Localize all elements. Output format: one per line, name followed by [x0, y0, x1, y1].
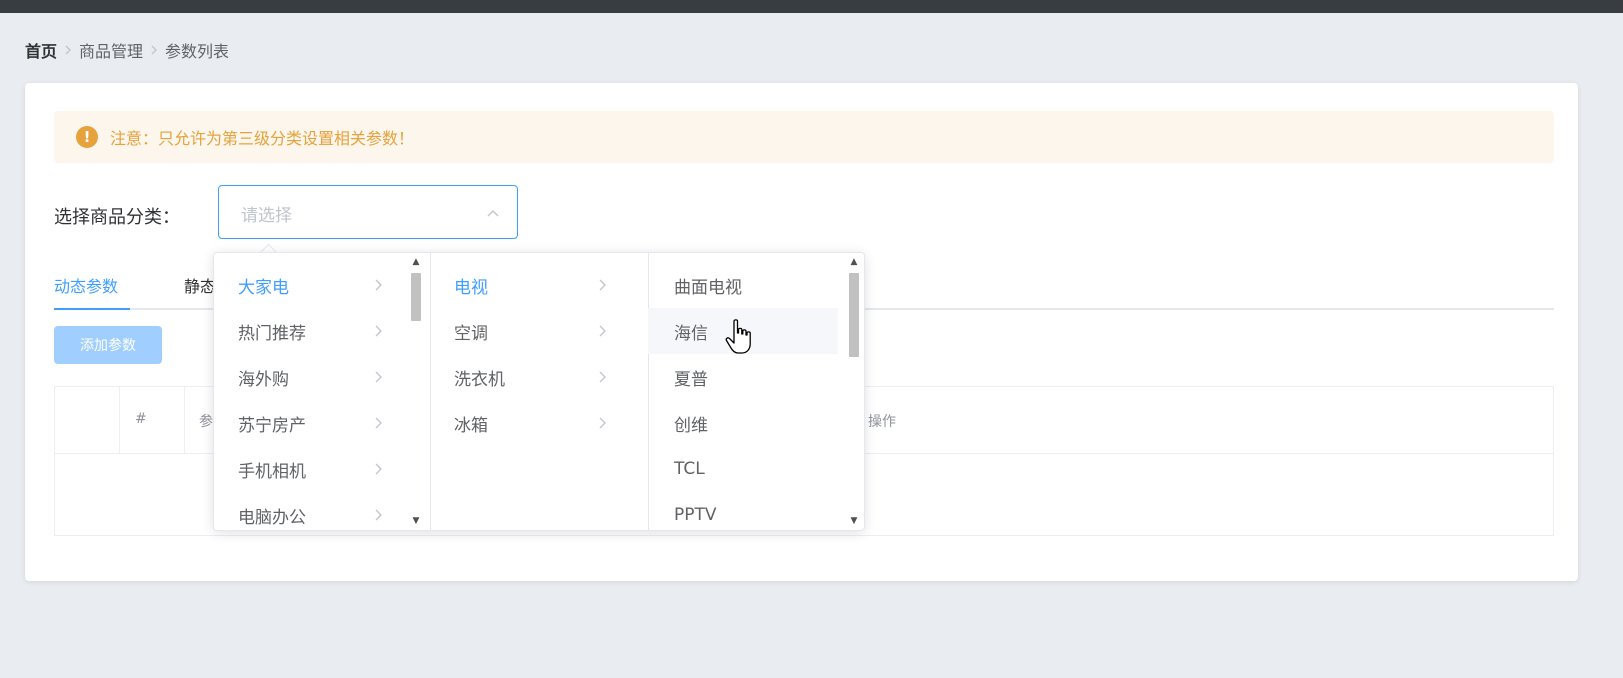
cascader-node[interactable]: 手机相机	[214, 446, 406, 492]
node-label: 夏普	[674, 369, 708, 390]
chevron-right-icon	[375, 463, 382, 475]
node-label: TCL	[674, 459, 705, 479]
node-label: 洗衣机	[454, 369, 505, 390]
node-label: 手机相机	[238, 461, 306, 482]
actions-column-header: 操作	[868, 414, 896, 430]
active-tab-indicator	[54, 308, 130, 310]
chevron-right-icon	[375, 509, 382, 521]
node-label: PPTV	[674, 505, 717, 525]
cascader-node[interactable]: 创维	[648, 400, 838, 446]
top-bar	[0, 0, 1623, 13]
chevron-right-icon	[143, 38, 165, 62]
breadcrumb-goods-management: 商品管理	[79, 42, 144, 61]
scroll-up-icon[interactable]: ▲	[411, 257, 421, 267]
scrollbar[interactable]: ▲ ▼	[408, 253, 424, 530]
warning-alert: ! 注意：只允许为第三级分类设置相关参数！	[54, 111, 1554, 163]
cascader-node[interactable]: 电视	[430, 262, 630, 308]
index-column-header: #	[135, 411, 147, 427]
node-label: 创维	[674, 415, 708, 436]
node-label: 曲面电视	[674, 277, 742, 298]
node-label: 空调	[454, 323, 488, 344]
tab-dynamic-params[interactable]: 动态参数	[54, 268, 118, 306]
column-divider	[184, 387, 185, 453]
category-cascader-dropdown: 大家电 热门推荐 海外购 苏宁房产 手机相机 电脑办公 ▲ ▼ 电视 空调 洗衣…	[213, 252, 865, 531]
add-params-button[interactable]: 添加参数	[54, 326, 162, 364]
node-label: 海信	[674, 323, 708, 344]
category-placeholder: 请选择	[241, 206, 292, 226]
cascader-node[interactable]: 洗衣机	[430, 354, 630, 400]
cascader-node[interactable]: PPTV	[648, 492, 838, 530]
column-divider	[119, 387, 120, 453]
scrollbar-thumb[interactable]	[411, 273, 421, 321]
cascader-menu-level1: 大家电 热门推荐 海外购 苏宁房产 手机相机 电脑办公 ▲ ▼	[214, 253, 431, 530]
chevron-right-icon	[599, 371, 606, 383]
cascader-node[interactable]: 苏宁房产	[214, 400, 406, 446]
chevron-right-icon	[375, 325, 382, 337]
chevron-right-icon	[375, 279, 382, 291]
chevron-up-icon	[487, 210, 499, 217]
scroll-down-icon[interactable]: ▼	[411, 516, 421, 526]
chevron-right-icon	[57, 38, 79, 62]
node-label: 热门推荐	[238, 323, 306, 344]
cascader-node[interactable]: TCL	[648, 446, 838, 492]
node-label: 苏宁房产	[238, 415, 306, 436]
scroll-down-icon[interactable]: ▼	[849, 516, 859, 526]
chevron-right-icon	[375, 371, 382, 383]
scrollbar[interactable]: ▲ ▼	[846, 253, 862, 530]
scroll-up-icon[interactable]: ▲	[849, 257, 859, 267]
breadcrumb-home[interactable]: 首页	[25, 38, 57, 62]
category-cascader-input[interactable]: 请选择	[218, 185, 518, 239]
node-label: 大家电	[238, 277, 289, 298]
cascader-node[interactable]: 电脑办公	[214, 492, 406, 530]
node-label: 冰箱	[454, 415, 488, 436]
scrollbar-thumb[interactable]	[849, 273, 859, 357]
node-label: 电脑办公	[238, 507, 306, 528]
cascader-node[interactable]: 曲面电视	[648, 262, 838, 308]
warning-circle-icon: !	[76, 126, 98, 148]
breadcrumb-params-list: 参数列表	[165, 42, 230, 61]
chevron-right-icon	[599, 325, 606, 337]
chevron-right-icon	[599, 417, 606, 429]
cascader-node[interactable]: 海外购	[214, 354, 406, 400]
category-select-label: 选择商品分类：	[54, 207, 180, 228]
breadcrumb: 首页 商品管理 参数列表	[25, 38, 229, 62]
chevron-right-icon	[599, 279, 606, 291]
node-label: 海外购	[238, 369, 289, 390]
cascader-menu-level2: 电视 空调 洗衣机 冰箱	[430, 253, 649, 530]
cascader-node[interactable]: 热门推荐	[214, 308, 406, 354]
cascader-node[interactable]: 空调	[430, 308, 630, 354]
alert-text: 注意：只允许为第三级分类设置相关参数！	[110, 129, 415, 148]
node-label: 电视	[454, 277, 488, 298]
chevron-right-icon	[375, 417, 382, 429]
cascader-node[interactable]: 夏普	[648, 354, 838, 400]
hand-pointer-icon	[725, 319, 751, 354]
cascader-node[interactable]: 冰箱	[430, 400, 630, 446]
cascader-node[interactable]: 大家电	[214, 262, 406, 308]
cascader-menu-level3: 曲面电视 海信 夏普 创维 TCL PPTV ▲ ▼	[648, 253, 864, 530]
